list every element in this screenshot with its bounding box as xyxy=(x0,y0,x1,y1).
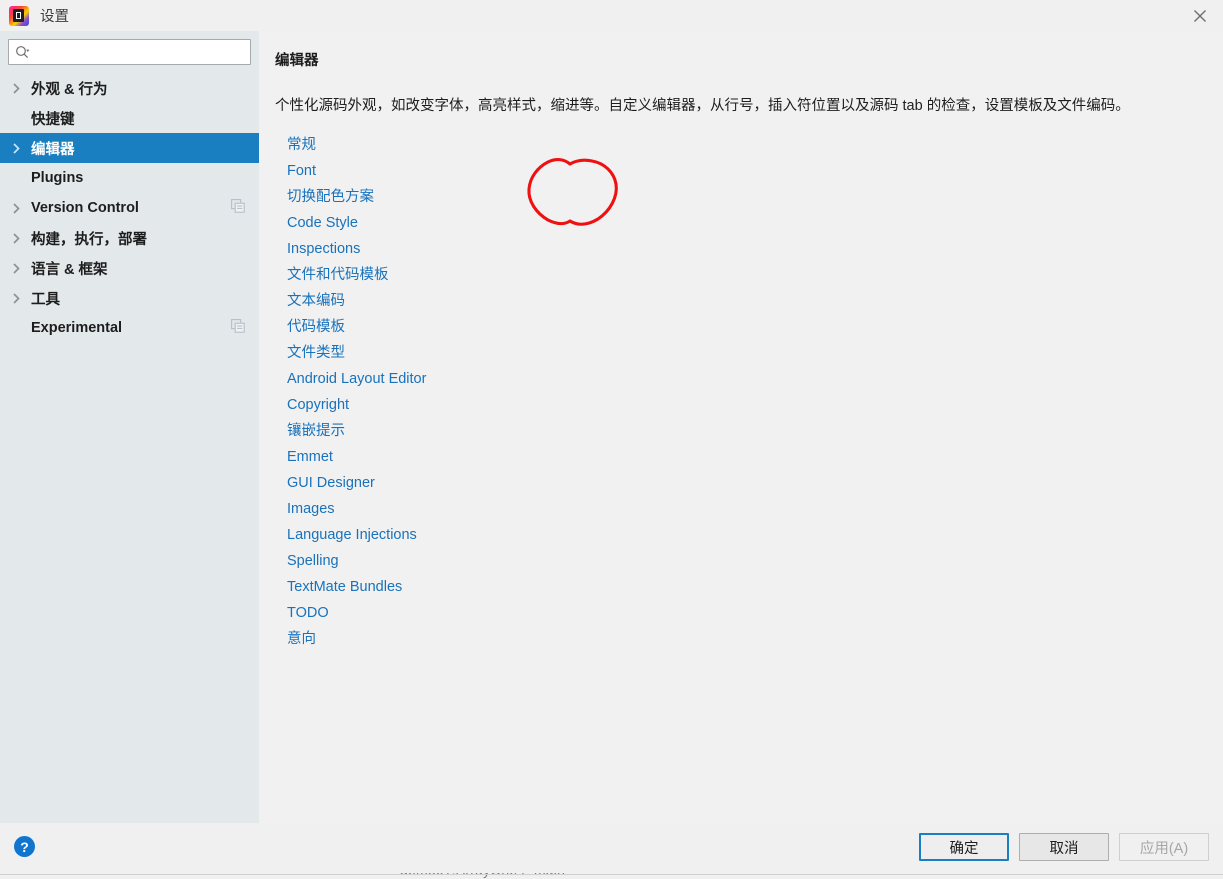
link-inspections[interactable]: Inspections xyxy=(287,236,360,262)
page-description: 个性化源码外观，如改变字体，高亮样式，缩进等。自定义编辑器，从行号，插入符位置以… xyxy=(275,98,1130,114)
chevron-right-icon xyxy=(12,232,28,244)
apply-button: 应用(A) xyxy=(1119,833,1209,861)
link-file-types[interactable]: 文件类型 xyxy=(287,340,345,366)
copy-settings-icon[interactable] xyxy=(231,199,245,217)
dialog-body: 外观 & 行为 快捷键 编辑器 Plugins Version Control … xyxy=(0,31,1223,823)
link-code-style[interactable]: Code Style xyxy=(287,210,358,236)
link-color-scheme[interactable]: 切换配色方案 xyxy=(287,184,374,210)
link-file-code-templates[interactable]: 文件和代码模板 xyxy=(287,262,389,288)
sidebar-item-appearance-behavior[interactable]: 外观 & 行为 xyxy=(0,73,259,103)
chevron-right-icon xyxy=(12,262,28,274)
sidebar-item-label: 编辑器 xyxy=(31,141,75,158)
link-todo[interactable]: TODO xyxy=(287,600,329,626)
link-font[interactable]: Font xyxy=(287,158,316,184)
search-box[interactable] xyxy=(8,39,251,65)
sidebar-item-label: 构建，执行，部署 xyxy=(31,231,147,248)
sidebar-item-label: Plugins xyxy=(31,170,84,186)
sidebar-item-experimental[interactable]: Experimental xyxy=(0,313,259,343)
sidebar-item-version-control[interactable]: Version Control xyxy=(0,193,259,223)
action-buttons: 确定 取消 应用(A) xyxy=(919,833,1209,861)
sidebar-item-build-execution-deployment[interactable]: 构建，执行，部署 xyxy=(0,223,259,253)
settings-tree: 外观 & 行为 快捷键 编辑器 Plugins Version Control … xyxy=(0,73,259,343)
dialog-button-bar: ? 确定 取消 应用(A) xyxy=(0,823,1223,873)
sidebar-item-label: 快捷键 xyxy=(31,111,75,128)
settings-sidebar: 外观 & 行为 快捷键 编辑器 Plugins Version Control … xyxy=(0,31,259,823)
chevron-right-icon xyxy=(12,82,28,94)
sidebar-item-tools[interactable]: 工具 xyxy=(0,283,259,313)
sidebar-item-label: Experimental xyxy=(31,320,123,336)
link-language-injections[interactable]: Language Injections xyxy=(287,522,417,548)
settings-dialog: 设置 外观 & 行为 快捷键 编辑器 Plugins Version Contr… xyxy=(0,0,1223,873)
window-title: 设置 xyxy=(40,9,69,25)
search-input[interactable] xyxy=(34,44,244,60)
page-title: 编辑器 xyxy=(275,53,319,69)
chevron-right-icon xyxy=(12,292,28,304)
link-live-templates[interactable]: 代码模板 xyxy=(287,314,345,340)
sidebar-item-plugins[interactable]: Plugins xyxy=(0,163,259,193)
link-file-encodings[interactable]: 文本编码 xyxy=(287,288,345,314)
close-icon[interactable] xyxy=(1177,0,1223,31)
ok-button[interactable]: 确定 xyxy=(919,833,1009,861)
link-inlay-hints[interactable]: 镶嵌提示 xyxy=(287,418,345,444)
search-area xyxy=(0,31,259,65)
link-textmate-bundles[interactable]: TextMate Bundles xyxy=(287,574,402,600)
link-general[interactable]: 常规 xyxy=(287,132,316,158)
title-bar: 设置 xyxy=(0,0,1223,31)
sidebar-item-label: 外观 & 行为 xyxy=(31,81,108,98)
intellij-idea-icon xyxy=(9,5,29,26)
copy-settings-icon[interactable] xyxy=(231,319,245,337)
settings-links-list: 常规 Font 切换配色方案 Code Style Inspections 文件… xyxy=(275,132,1223,652)
settings-content-panel: 编辑器 个性化源码外观，如改变字体，高亮样式，缩进等。自定义编辑器，从行号，插入… xyxy=(259,31,1223,823)
sidebar-item-keymap[interactable]: 快捷键 xyxy=(0,103,259,133)
chevron-right-icon xyxy=(12,202,28,214)
sidebar-item-languages-frameworks[interactable]: 语言 & 框架 xyxy=(0,253,259,283)
cancel-button[interactable]: 取消 xyxy=(1019,833,1109,861)
search-icon xyxy=(16,45,30,58)
chevron-right-icon xyxy=(12,142,28,154)
link-spelling[interactable]: Spelling xyxy=(287,548,339,574)
close-glyph xyxy=(1194,9,1206,22)
link-intentions[interactable]: 意向 xyxy=(287,626,316,652)
link-gui-designer[interactable]: GUI Designer xyxy=(287,470,375,496)
link-emmet[interactable]: Emmet xyxy=(287,444,333,470)
link-android-layout-editor[interactable]: Android Layout Editor xyxy=(287,366,426,392)
background-divider xyxy=(0,874,1223,875)
link-images[interactable]: Images xyxy=(287,496,335,522)
content-inner: 编辑器 个性化源码外观，如改变字体，高亮样式，缩进等。自定义编辑器，从行号，插入… xyxy=(259,49,1223,652)
sidebar-item-label: 工具 xyxy=(31,291,60,308)
link-copyright[interactable]: Copyright xyxy=(287,392,349,418)
sidebar-item-label: Version Control xyxy=(31,200,139,216)
sidebar-item-editor[interactable]: 编辑器 xyxy=(0,133,259,163)
help-icon[interactable]: ? xyxy=(14,836,35,857)
sidebar-item-label: 语言 & 框架 xyxy=(31,261,108,278)
